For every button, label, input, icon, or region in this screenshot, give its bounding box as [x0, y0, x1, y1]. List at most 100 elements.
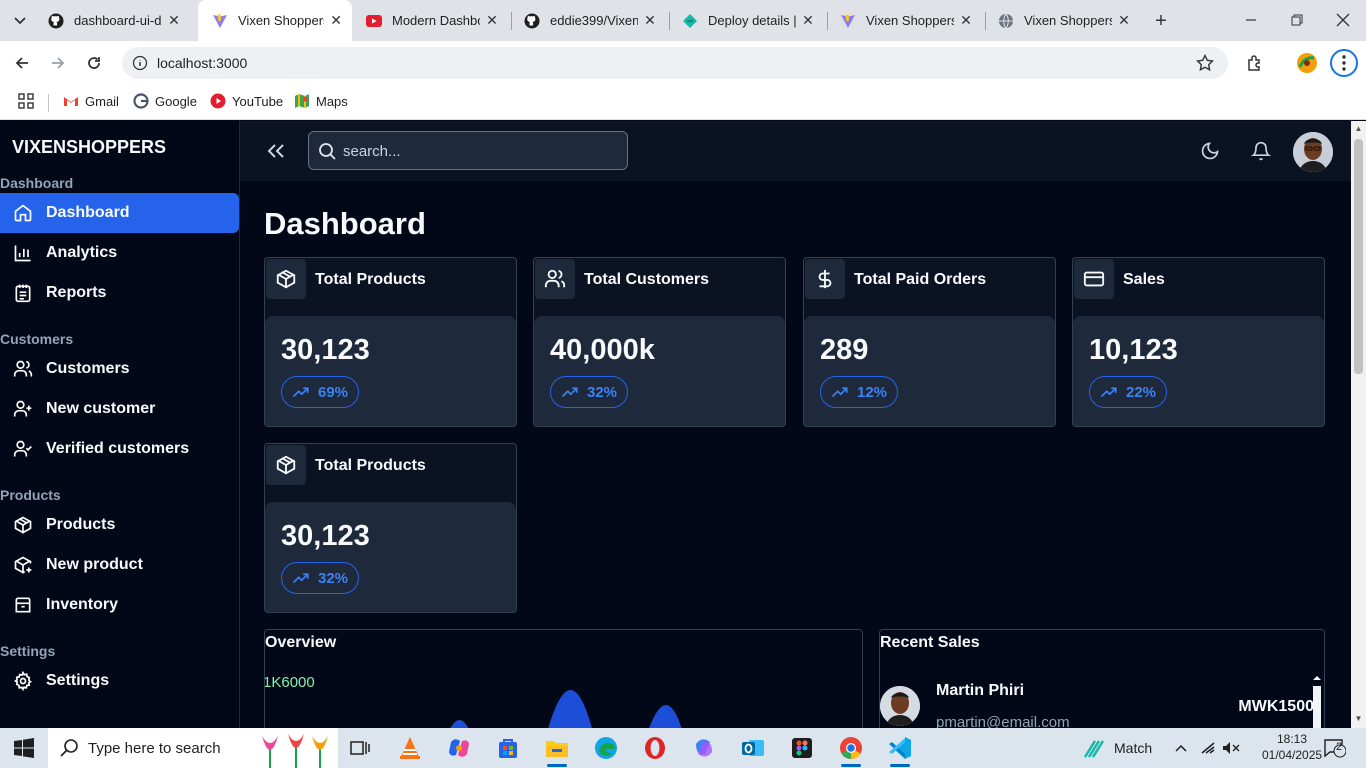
- sidebar-item-analytics[interactable]: Analytics: [0, 233, 239, 273]
- restore-button[interactable]: [1284, 8, 1310, 32]
- sidebar-item-dashboard[interactable]: Dashboard: [0, 193, 239, 233]
- browser-tab[interactable]: Modern Dashbo ✕: [352, 4, 512, 37]
- sidebar-item-label: Settings: [46, 672, 110, 689]
- site-info-icon[interactable]: [132, 55, 148, 71]
- vite-icon: [840, 13, 856, 29]
- tab-divider: [669, 12, 670, 30]
- youtube-icon: [210, 93, 226, 109]
- browser-tab[interactable]: Vixen Shoppers ✕: [984, 4, 1144, 37]
- bookmark-youtube[interactable]: YouTube: [210, 93, 283, 109]
- close-window-button[interactable]: [1330, 8, 1356, 32]
- credit-card-icon: [1074, 259, 1114, 299]
- outlook-icon[interactable]: [739, 734, 767, 762]
- cricket-icon: [1083, 740, 1104, 758]
- windows-start-icon[interactable]: [14, 738, 34, 758]
- taskbar: Type here to search Match 18:13 01/04/20…: [0, 728, 1366, 768]
- bookmark-google[interactable]: Google: [133, 93, 197, 109]
- close-icon[interactable]: ✕: [166, 12, 182, 29]
- task-view-icon[interactable]: [346, 734, 374, 762]
- theme-toggle-moon-icon[interactable]: [1198, 139, 1222, 163]
- browser-tab[interactable]: Deploy details | ✕: [668, 4, 828, 37]
- close-icon[interactable]: ✕: [484, 12, 500, 29]
- package-plus-icon: [12, 554, 34, 576]
- sidebar-item-verified-customers[interactable]: Verified customers: [0, 429, 239, 469]
- customer-avatar: [880, 686, 920, 726]
- sidebar-item-new-product[interactable]: New product: [0, 545, 239, 585]
- tab-label: Modern Dashbo: [392, 13, 480, 28]
- collapse-sidebar-button[interactable]: [264, 139, 288, 163]
- stat-card: Total Customers 40,000k 32%: [533, 257, 786, 427]
- apps-grid-icon[interactable]: [18, 93, 34, 109]
- tab-search-icon[interactable]: [10, 11, 30, 31]
- browser-tab[interactable]: eddie399/Vixen ✕: [510, 4, 670, 37]
- browser-tab-active[interactable]: Vixen Shoppers ✕: [198, 0, 352, 41]
- file-explorer-icon[interactable]: [543, 734, 571, 767]
- extensions-icon[interactable]: [1243, 51, 1267, 75]
- copilot-icon[interactable]: [445, 734, 473, 762]
- close-icon[interactable]: ✕: [328, 12, 344, 29]
- sidebar-section-title: Products: [0, 487, 61, 503]
- scroll-down-arrow[interactable]: ▼: [1354, 714, 1363, 723]
- trending-up-icon: [831, 387, 848, 398]
- page-scrollbar[interactable]: ▲ ▼: [1351, 121, 1366, 728]
- bookmark-gmail[interactable]: Gmail: [63, 93, 119, 109]
- close-icon[interactable]: ✕: [800, 12, 816, 29]
- chrome-icon[interactable]: [837, 734, 865, 767]
- trend-value: 32%: [318, 569, 349, 587]
- users-icon: [12, 358, 34, 380]
- microsoft-365-icon[interactable]: [690, 734, 718, 762]
- new-tab-button[interactable]: +: [1150, 10, 1172, 32]
- forward-button[interactable]: [46, 51, 70, 75]
- system-clock[interactable]: 18:13 01/04/2025: [1262, 731, 1322, 763]
- card-title: Total Products: [315, 271, 426, 288]
- search-input[interactable]: [343, 140, 613, 162]
- sidebar-item-inventory[interactable]: Inventory: [0, 585, 239, 625]
- address-bar-row: localhost:3000: [0, 41, 1366, 85]
- vlc-icon[interactable]: [396, 734, 424, 762]
- edge-icon[interactable]: [592, 734, 620, 762]
- browser-tab[interactable]: dashboard-ui-de ✕: [34, 4, 194, 37]
- back-button[interactable]: [10, 51, 34, 75]
- scroll-up-arrow[interactable]: ▲: [1354, 124, 1363, 133]
- bookmark-star-icon[interactable]: [1195, 53, 1215, 72]
- tulips-graphic-icon: [262, 734, 328, 768]
- vscode-icon[interactable]: [886, 734, 914, 767]
- sidebar-item-customers[interactable]: Customers: [0, 349, 239, 389]
- search-box[interactable]: [308, 131, 628, 170]
- browser-tab[interactable]: Vixen Shoppers ✕: [826, 4, 986, 37]
- card-title: Total Customers: [584, 271, 710, 288]
- opera-icon[interactable]: [641, 734, 669, 762]
- scroll-thumb[interactable]: [1354, 139, 1363, 374]
- reload-button[interactable]: [82, 51, 106, 75]
- sidebar-item-label: Products: [46, 516, 116, 533]
- close-icon[interactable]: ✕: [958, 12, 974, 29]
- chevron-up-icon[interactable]: [1175, 728, 1187, 768]
- weather-widget[interactable]: Match: [1082, 728, 1152, 768]
- trending-up-icon: [292, 387, 309, 398]
- sidebar-item-label: New product: [46, 556, 143, 573]
- notification-center-icon[interactable]: 2: [1324, 728, 1346, 768]
- sidebar-item-products[interactable]: Products: [0, 505, 239, 545]
- close-icon[interactable]: ✕: [642, 12, 658, 29]
- sidebar-item-label: Inventory: [46, 596, 119, 613]
- close-icon[interactable]: ✕: [1116, 12, 1132, 29]
- user-avatar[interactable]: [1293, 132, 1333, 172]
- sidebar-item-new-customer[interactable]: New customer: [0, 389, 239, 429]
- microsoft-store-icon[interactable]: [494, 734, 522, 762]
- github-icon: [524, 13, 540, 29]
- bookmark-label: YouTube: [232, 93, 284, 109]
- bell-icon[interactable]: [1249, 139, 1273, 163]
- bookmark-maps[interactable]: Maps: [294, 93, 348, 109]
- recent-sales-scrollbar[interactable]: [1312, 674, 1322, 728]
- wifi-icon[interactable]: [1200, 728, 1216, 768]
- minimize-button[interactable]: [1238, 8, 1264, 32]
- sidebar-item-reports[interactable]: Reports: [0, 273, 239, 313]
- figma-icon[interactable]: [788, 734, 816, 762]
- url-bar[interactable]: localhost:3000: [122, 47, 1228, 79]
- trend-badge: 32%: [550, 376, 629, 408]
- taskbar-search[interactable]: Type here to search: [48, 728, 338, 768]
- browser-menu-button[interactable]: [1330, 49, 1358, 77]
- profile-avatar[interactable]: [1295, 51, 1319, 75]
- sidebar-item-settings[interactable]: Settings: [0, 661, 239, 701]
- speaker-muted-icon[interactable]: [1222, 728, 1240, 768]
